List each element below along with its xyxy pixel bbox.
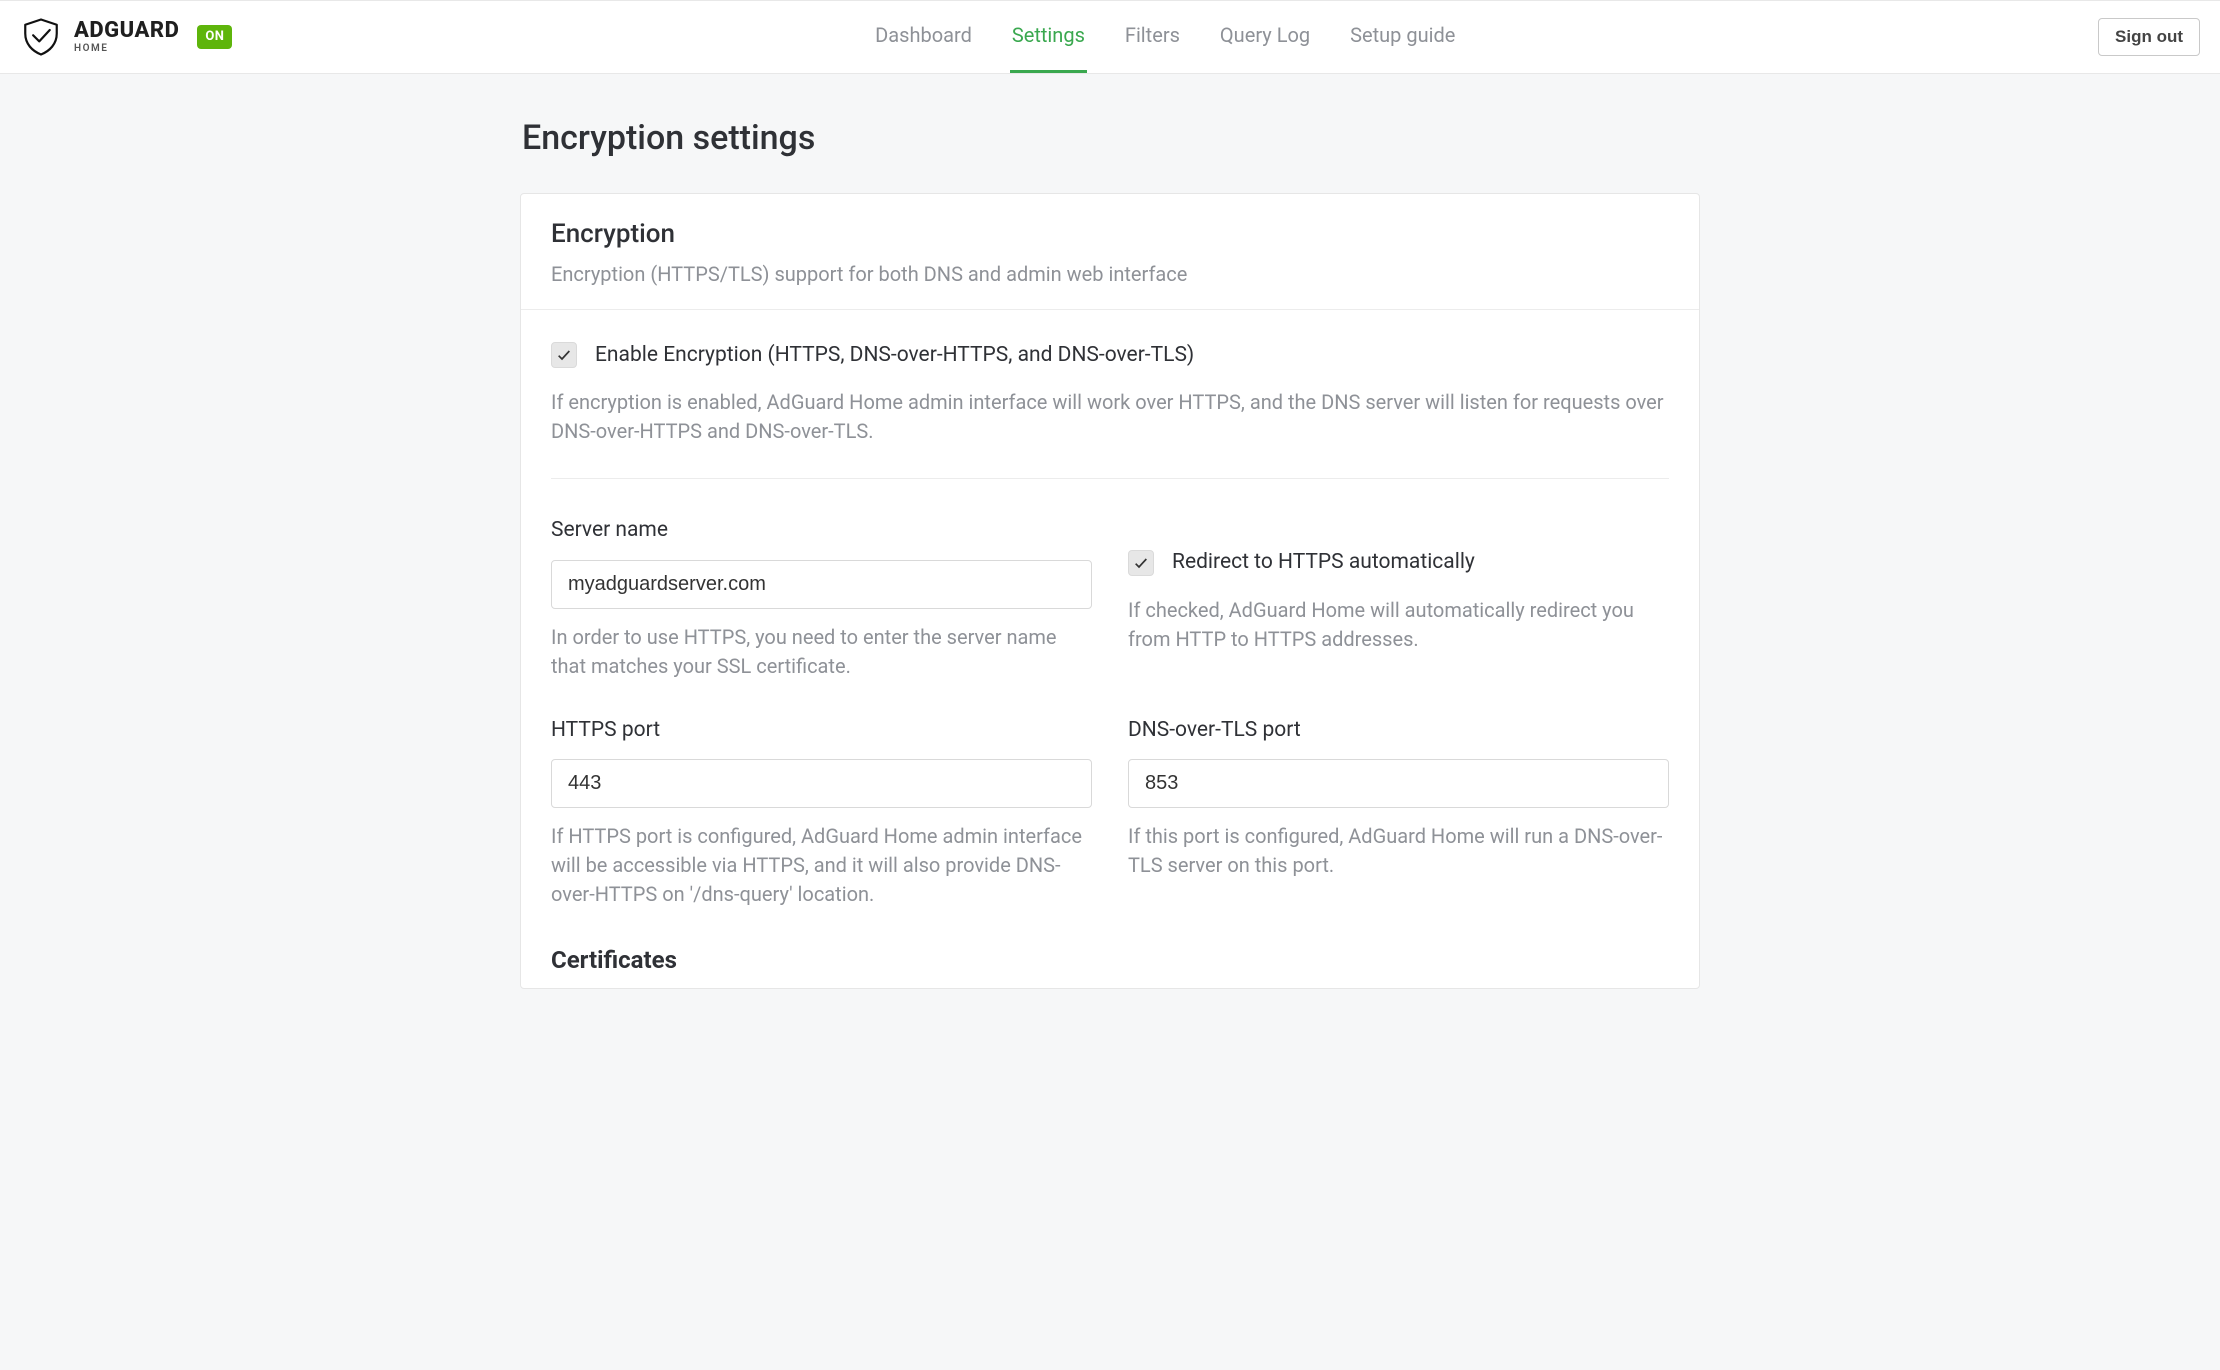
encryption-card: Encryption Encryption (HTTPS/TLS) suppor… — [520, 193, 1700, 989]
enable-encryption-help: If encryption is enabled, AdGuard Home a… — [551, 388, 1669, 446]
card-subtitle: Encryption (HTTPS/TLS) support for both … — [551, 260, 1669, 289]
server-name-input[interactable] — [551, 560, 1092, 609]
signout-area: Sign out — [2098, 18, 2200, 56]
tls-port-help: If this port is configured, AdGuard Home… — [1128, 822, 1669, 880]
nav-setup-guide[interactable]: Setup guide — [1348, 1, 1457, 73]
redirect-label: Redirect to HTTPS automatically — [1172, 547, 1475, 577]
https-port-input[interactable] — [551, 759, 1092, 808]
server-name-field: Server name In order to use HTTPS, you n… — [551, 515, 1092, 680]
brand-name: ADGUARD — [74, 20, 179, 42]
main-nav: Dashboard Settings Filters Query Log Set… — [232, 1, 2098, 73]
page: Encryption settings Encryption Encryptio… — [520, 74, 1700, 1049]
ports-row: HTTPS port If HTTPS port is configured, … — [551, 715, 1669, 909]
card-body: Enable Encryption (HTTPS, DNS-over-HTTPS… — [521, 310, 1699, 988]
shield-check-icon — [20, 16, 62, 58]
server-name-help: In order to use HTTPS, you need to enter… — [551, 623, 1092, 681]
brand-subname: HOME — [74, 44, 179, 54]
status-badge: ON — [197, 25, 232, 50]
tls-port-label: DNS-over-TLS port — [1128, 715, 1669, 745]
nav-filters[interactable]: Filters — [1123, 1, 1182, 73]
https-port-field: HTTPS port If HTTPS port is configured, … — [551, 715, 1092, 909]
https-port-label: HTTPS port — [551, 715, 1092, 745]
enable-encryption-label: Enable Encryption (HTTPS, DNS-over-HTTPS… — [595, 340, 1194, 370]
redirect-help: If checked, AdGuard Home will automatica… — [1128, 596, 1669, 654]
redirect-field: Redirect to HTTPS automatically If check… — [1128, 515, 1669, 680]
redirect-row: Redirect to HTTPS automatically — [1128, 547, 1669, 577]
tls-port-input[interactable] — [1128, 759, 1669, 808]
tls-port-field: DNS-over-TLS port If this port is config… — [1128, 715, 1669, 909]
nav-dashboard[interactable]: Dashboard — [873, 1, 974, 73]
card-header: Encryption Encryption (HTTPS/TLS) suppor… — [521, 194, 1699, 310]
server-name-label: Server name — [551, 515, 1092, 545]
enable-encryption-row: Enable Encryption (HTTPS, DNS-over-HTTPS… — [551, 340, 1669, 370]
top-bar: ADGUARD HOME ON Dashboard Settings Filte… — [0, 0, 2220, 74]
https-port-help: If HTTPS port is configured, AdGuard Hom… — [551, 822, 1092, 909]
check-icon — [1133, 555, 1149, 571]
sign-out-button[interactable]: Sign out — [2098, 18, 2200, 56]
nav-query-log[interactable]: Query Log — [1218, 1, 1312, 73]
check-icon — [556, 347, 572, 363]
server-redirect-row: Server name In order to use HTTPS, you n… — [551, 515, 1669, 680]
brand-text: ADGUARD HOME — [74, 20, 179, 54]
page-title: Encryption settings — [520, 114, 1700, 163]
card-title: Encryption — [551, 216, 1669, 254]
redirect-checkbox[interactable] — [1128, 550, 1154, 576]
nav-settings[interactable]: Settings — [1010, 1, 1087, 73]
certificates-heading: Certificates — [551, 943, 1669, 978]
brand-block: ADGUARD HOME ON — [20, 16, 232, 58]
enable-encryption-checkbox[interactable] — [551, 342, 577, 368]
divider — [551, 478, 1669, 479]
